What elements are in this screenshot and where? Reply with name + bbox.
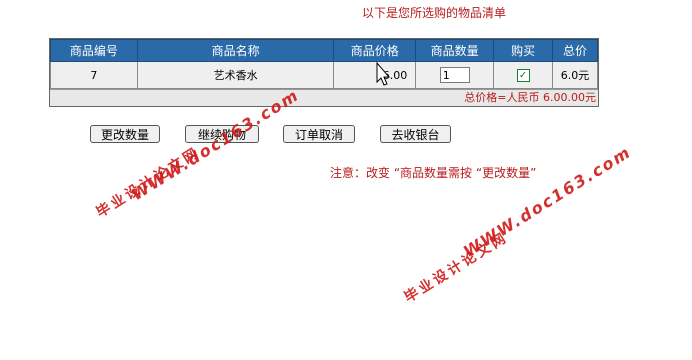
cart-table: 商品编号 商品名称 商品价格 商品数量 购买 总价 7 艺术香水 6.00 ✓ … [49, 38, 599, 107]
cell-id: 7 [50, 61, 138, 89]
cell-total: 6.0元 [552, 61, 598, 89]
buy-checkbox[interactable]: ✓ [516, 68, 530, 82]
table-row: 7 艺术香水 6.00 ✓ 6.0元 [50, 61, 598, 89]
cell-name: 艺术香水 [136, 61, 335, 89]
col-header-price: 商品价格 [333, 39, 417, 62]
page-heading: 以下是您所选购的物品清单 [362, 6, 507, 20]
col-header-qty: 商品数量 [415, 39, 495, 62]
col-header-total: 总价 [552, 39, 598, 62]
table-header-row: 商品编号 商品名称 商品价格 商品数量 购买 总价 [50, 39, 598, 62]
note-text: 注意：改变 “商品数量需按 “更改数量” [330, 166, 537, 180]
col-header-id: 商品编号 [50, 39, 138, 62]
checkout-button[interactable]: 去收银台 [380, 125, 451, 143]
col-header-buy: 购买 [493, 39, 554, 62]
cell-buy: ✓ [493, 61, 554, 89]
mouse-cursor-icon [376, 62, 391, 86]
update-quantity-button[interactable]: 更改数量 [90, 125, 160, 143]
cancel-order-button[interactable]: 订单取消 [283, 125, 355, 143]
quantity-input[interactable] [439, 67, 470, 83]
grand-total: 总价格=人民币 6.00.00元 [50, 89, 598, 106]
watermark-site-url: WWW.doc163.com [460, 142, 635, 262]
col-header-name: 商品名称 [136, 39, 335, 62]
cell-qty [415, 61, 495, 89]
